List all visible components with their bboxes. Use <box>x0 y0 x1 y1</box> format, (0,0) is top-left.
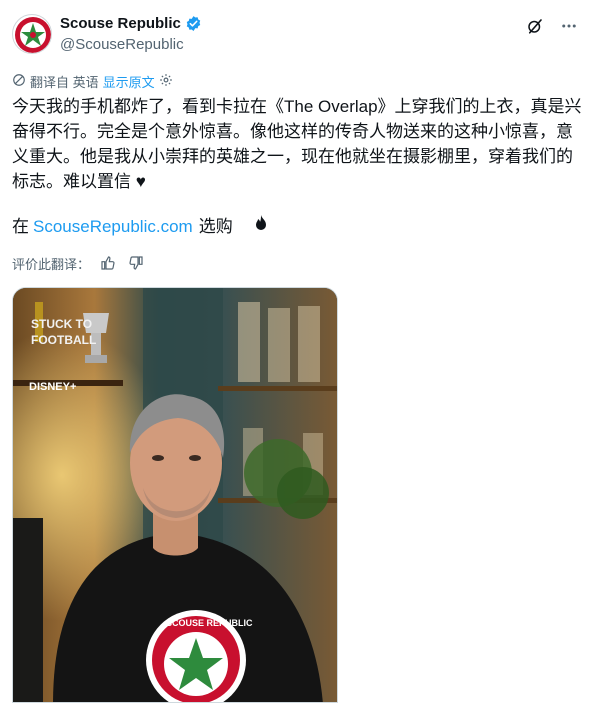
shelf-sign-line-2: FOOTBALL <box>31 333 96 347</box>
video-frame: STUCK TO FOOTBALL DISNEY+ SCOUSE REPUBLI… <box>13 288 337 702</box>
thumbs-up-icon[interactable] <box>98 253 118 273</box>
tweet-header: Scouse Republic @ScouseRepublic <box>12 12 583 58</box>
scouse-republic-logo <box>15 17 51 53</box>
verified-badge-icon <box>185 15 202 32</box>
translate-icon <box>12 73 26 90</box>
more-icon[interactable] <box>559 16 579 36</box>
shop-line: 在 ScouseRepublic.com 选购 <box>12 214 269 239</box>
avatar[interactable] <box>12 14 52 54</box>
show-original-link[interactable]: 显示原文 <box>103 72 155 91</box>
disney-plus-logo: DISNEY+ <box>29 381 76 393</box>
tweet-video[interactable]: STUCK TO FOOTBALL DISNEY+ SCOUSE REPUBLI… <box>12 287 338 703</box>
translation-bar: 翻译自 英语 显示原文 <box>12 72 173 91</box>
settings-icon[interactable] <box>159 73 173 90</box>
display-name[interactable]: Scouse Republic <box>60 15 181 32</box>
fire-icon <box>253 214 269 239</box>
shop-suffix: 选购 <box>198 217 233 236</box>
shop-prefix: 在 <box>12 217 29 236</box>
grok-icon[interactable] <box>525 16 545 36</box>
handle[interactable]: @ScouseRepublic <box>60 36 184 53</box>
shelf-sign-line-1: STUCK TO <box>31 317 92 331</box>
shop-link[interactable]: ScouseRepublic.com <box>33 214 193 239</box>
translated-from-label: 翻译自 英语 <box>30 75 99 90</box>
thumbs-down-icon[interactable] <box>126 253 146 273</box>
rate-label: 评价此翻译： <box>12 256 91 272</box>
shirt-logo-text: SCOUSE REPUBLIC <box>166 618 253 628</box>
rate-translation-row: 评价此翻译： <box>12 253 146 273</box>
tweet-text: 今天我的手机都炸了，看到卡拉在《The Overlap》上穿我们的上衣，真是兴奋… <box>12 97 582 191</box>
